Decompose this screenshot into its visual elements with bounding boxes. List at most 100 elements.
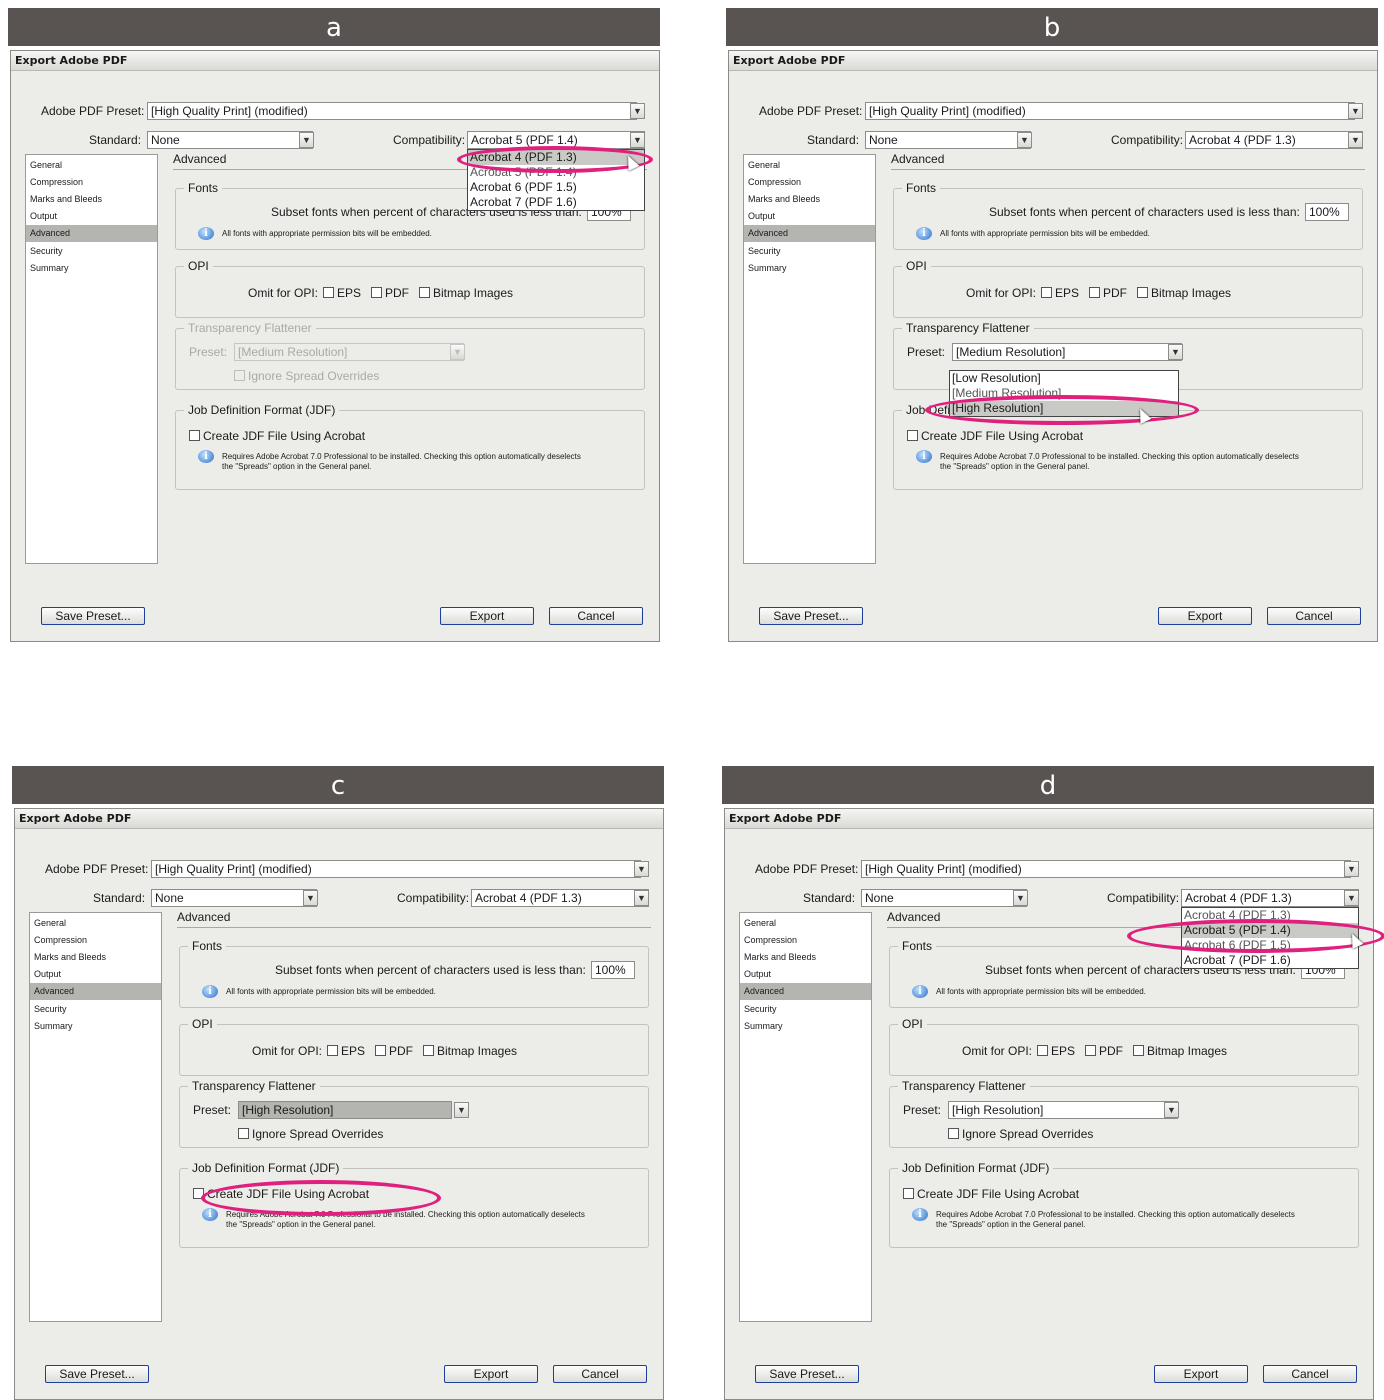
chevron-down-icon[interactable]: ▼: [630, 132, 645, 148]
create-jdf-label: Create JDF File Using Acrobat: [917, 1187, 1080, 1201]
sidebar-item-marks-and-bleeds[interactable]: Marks and Bleeds: [740, 949, 871, 966]
compatibility-select[interactable]: Acrobat 4 (PDF 1.3): [1185, 131, 1363, 149]
chevron-down-icon[interactable]: ▼: [1344, 890, 1359, 906]
export-button[interactable]: Export: [440, 607, 534, 625]
sidebar-item-advanced[interactable]: Advanced: [740, 983, 871, 1000]
compatibility-select[interactable]: Acrobat 4 (PDF 1.3): [1181, 889, 1359, 907]
flattener-preset-select[interactable]: [Medium Resolution]: [234, 343, 464, 361]
standard-select[interactable]: None: [865, 131, 1031, 149]
sidebar-item-marks-and-bleeds[interactable]: Marks and Bleeds: [30, 949, 161, 966]
sidebar-item-summary[interactable]: Summary: [744, 260, 875, 277]
dropdown-option[interactable]: Acrobat 7 (PDF 1.6): [1182, 953, 1358, 968]
sidebar-item-general[interactable]: General: [740, 915, 871, 932]
ignore-spread-overrides-checkbox[interactable]: [238, 1128, 249, 1139]
sidebar-item-advanced[interactable]: Advanced: [30, 983, 161, 1000]
subset-percent-input[interactable]: 100%: [591, 961, 635, 979]
pdf-checkbox[interactable]: [375, 1045, 386, 1056]
cancel-button[interactable]: Cancel: [549, 607, 643, 625]
sidebar-item-output[interactable]: Output: [740, 966, 871, 983]
flattener-preset-select[interactable]: [Medium Resolution]: [952, 343, 1182, 361]
chevron-down-icon[interactable]: ▼: [634, 861, 649, 877]
ignore-spread-overrides-checkbox[interactable]: [948, 1128, 959, 1139]
export-button[interactable]: Export: [444, 1365, 538, 1383]
chevron-down-icon[interactable]: ▼: [1348, 132, 1363, 148]
sidebar-item-security[interactable]: Security: [26, 243, 157, 260]
chevron-down-icon[interactable]: ▼: [630, 103, 645, 119]
save-preset-button[interactable]: Save Preset...: [41, 607, 145, 625]
sidebar-item-compression[interactable]: Compression: [30, 932, 161, 949]
pdf-checkbox[interactable]: [1085, 1045, 1096, 1056]
sidebar-item-compression[interactable]: Compression: [744, 174, 875, 191]
sidebar-item-summary[interactable]: Summary: [30, 1018, 161, 1035]
save-preset-button[interactable]: Save Preset...: [755, 1365, 859, 1383]
sidebar-item-security[interactable]: Security: [30, 1001, 161, 1018]
chevron-down-icon[interactable]: ▼: [1168, 344, 1183, 360]
sidebar-item-general[interactable]: General: [30, 915, 161, 932]
sidebar-item-general[interactable]: General: [26, 157, 157, 174]
sidebar-item-advanced[interactable]: Advanced: [26, 225, 157, 242]
subset-percent-input[interactable]: 100%: [1305, 203, 1349, 221]
compatibility-select[interactable]: Acrobat 4 (PDF 1.3): [471, 889, 649, 907]
chevron-down-icon[interactable]: ▼: [1344, 861, 1359, 877]
create-jdf-checkbox[interactable]: [189, 430, 200, 441]
sidebar-item-summary[interactable]: Summary: [740, 1018, 871, 1035]
sidebar-item-output[interactable]: Output: [30, 966, 161, 983]
chevron-down-icon[interactable]: ▼: [1017, 132, 1032, 148]
sidebar-item-general[interactable]: General: [744, 157, 875, 174]
sidebar-item-security[interactable]: Security: [744, 243, 875, 260]
eps-checkbox[interactable]: [1041, 287, 1052, 298]
dropdown-option[interactable]: Acrobat 6 (PDF 1.5): [468, 180, 644, 195]
sidebar-item-summary[interactable]: Summary: [26, 260, 157, 277]
flattener-preset-select[interactable]: [High Resolution]: [948, 1101, 1178, 1119]
pdf-checkbox[interactable]: [1089, 287, 1100, 298]
bitmap-images-checkbox[interactable]: [1133, 1045, 1144, 1056]
sidebar-item-marks-and-bleeds[interactable]: Marks and Bleeds: [744, 191, 875, 208]
dropdown-option[interactable]: [Low Resolution]: [950, 371, 1178, 386]
export-button[interactable]: Export: [1158, 607, 1252, 625]
sidebar-item-compression[interactable]: Compression: [26, 174, 157, 191]
preset-select[interactable]: [High Quality Print] (modified): [151, 860, 641, 878]
chevron-down-icon[interactable]: ▼: [303, 890, 318, 906]
ignore-spread-overrides-checkbox[interactable]: [234, 370, 245, 381]
eps-label: EPS: [1055, 286, 1080, 300]
chevron-down-icon[interactable]: ▼: [1348, 103, 1363, 119]
sidebar-item-output[interactable]: Output: [26, 208, 157, 225]
create-jdf-checkbox[interactable]: [907, 430, 918, 441]
preset-select[interactable]: [High Quality Print] (modified): [865, 102, 1355, 120]
cancel-button[interactable]: Cancel: [1263, 1365, 1357, 1383]
preset-select[interactable]: [High Quality Print] (modified): [861, 860, 1351, 878]
preset-select[interactable]: [High Quality Print] (modified): [147, 102, 637, 120]
bitmap-images-checkbox[interactable]: [1137, 287, 1148, 298]
cancel-button[interactable]: Cancel: [553, 1365, 647, 1383]
bitmap-images-checkbox[interactable]: [423, 1045, 434, 1056]
export-button[interactable]: Export: [1154, 1365, 1248, 1383]
standard-select[interactable]: None: [151, 889, 317, 907]
sidebar-item-compression[interactable]: Compression: [740, 932, 871, 949]
pdf-checkbox[interactable]: [371, 287, 382, 298]
standard-select[interactable]: None: [861, 889, 1027, 907]
sidebar-item-security[interactable]: Security: [740, 1001, 871, 1018]
info-icon: i: [912, 1208, 928, 1221]
bitmap-images-checkbox[interactable]: [419, 287, 430, 298]
flattener-preset-select[interactable]: [High Resolution]: [238, 1101, 452, 1119]
standard-select[interactable]: None: [147, 131, 313, 149]
eps-checkbox[interactable]: [1037, 1045, 1048, 1056]
dropdown-option[interactable]: Acrobat 7 (PDF 1.6): [468, 195, 644, 210]
eps-checkbox[interactable]: [323, 287, 334, 298]
create-jdf-checkbox[interactable]: [903, 1188, 914, 1199]
eps-checkbox[interactable]: [327, 1045, 338, 1056]
chevron-down-icon[interactable]: ▼: [454, 1102, 469, 1118]
sidebar-item-marks-and-bleeds[interactable]: Marks and Bleeds: [26, 191, 157, 208]
save-preset-button[interactable]: Save Preset...: [759, 607, 863, 625]
cancel-button[interactable]: Cancel: [1267, 607, 1361, 625]
chevron-down-icon[interactable]: ▼: [634, 890, 649, 906]
sidebar-item-advanced[interactable]: Advanced: [744, 225, 875, 242]
figure-panel-b: b Export Adobe PDF Adobe PDF Preset: [Hi…: [726, 8, 1378, 642]
chevron-down-icon[interactable]: ▼: [1164, 1102, 1179, 1118]
save-preset-button[interactable]: Save Preset...: [45, 1365, 149, 1383]
sidebar-item-output[interactable]: Output: [744, 208, 875, 225]
chevron-down-icon[interactable]: ▼: [299, 132, 314, 148]
chevron-down-icon[interactable]: ▼: [450, 344, 465, 360]
chevron-down-icon[interactable]: ▼: [1013, 890, 1028, 906]
panel-label: b: [726, 8, 1378, 46]
